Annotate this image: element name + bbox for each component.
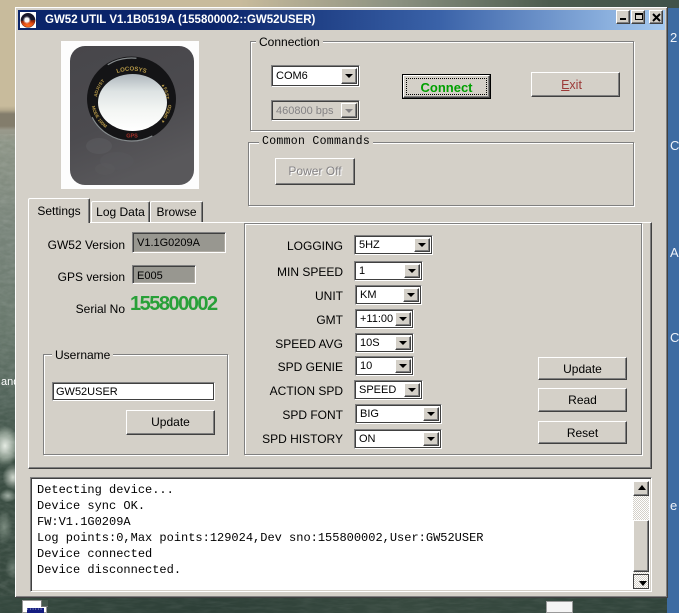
svg-text:GPS: GPS <box>126 134 138 140</box>
